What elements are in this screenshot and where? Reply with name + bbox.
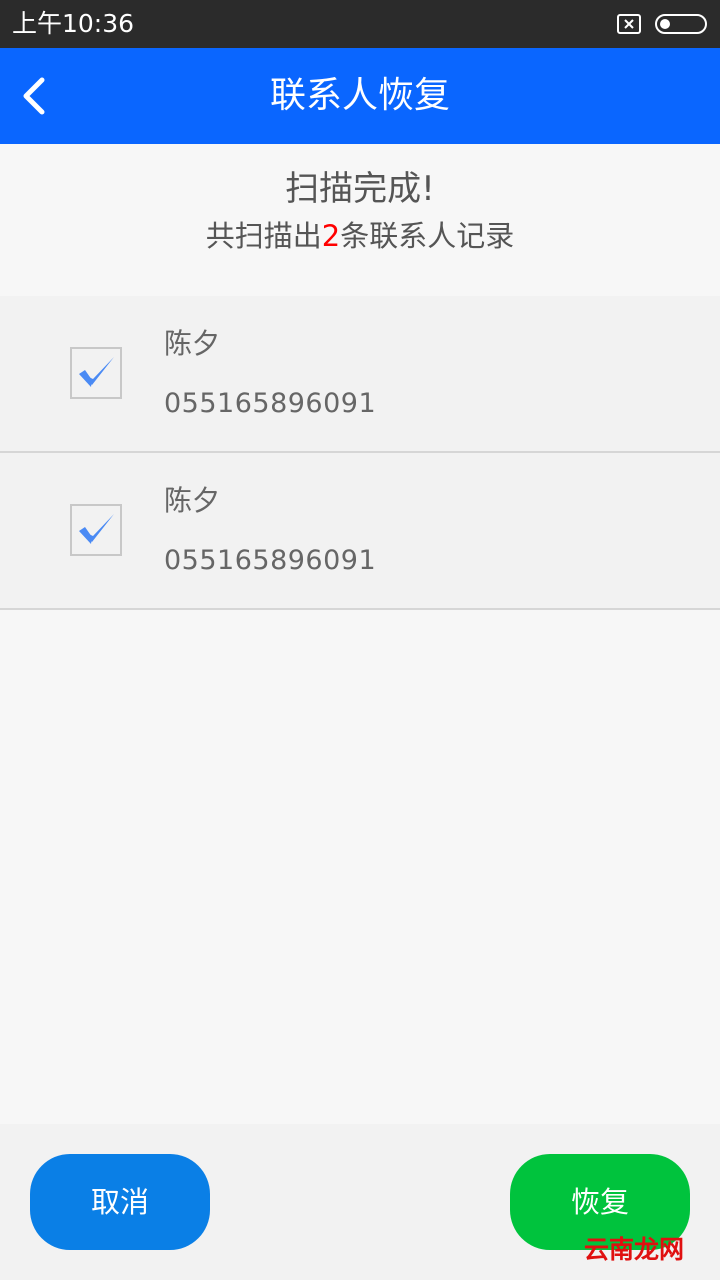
cancel-button[interactable]: 取消 [30, 1154, 210, 1250]
status-time: 上午10:36 [12, 9, 135, 38]
nav-bar: 联系人恢复 [0, 48, 720, 144]
contact-row[interactable]: 陈夕 055165896091 [0, 453, 720, 610]
contact-list: 陈夕 055165896091 陈夕 055165896091 [0, 296, 720, 610]
contact-name: 陈夕 [164, 327, 221, 360]
status-bar: 上午10:36 [0, 0, 720, 48]
contact-row[interactable]: 陈夕 055165896091 [0, 296, 720, 453]
chevron-left-icon [23, 77, 45, 115]
scan-result-prefix: 共扫描出 [205, 219, 322, 253]
scan-result-suffix: 条联系人记录 [340, 219, 515, 253]
contact-name: 陈夕 [164, 484, 221, 517]
contact-phone: 055165896091 [164, 545, 377, 576]
battery-level [660, 19, 670, 29]
battery-icon [655, 14, 707, 34]
back-button[interactable] [10, 68, 66, 124]
scan-result-count: 2 [321, 219, 341, 253]
checkmark-icon [79, 514, 114, 544]
scan-result-text: 共扫描出2条联系人记录 [0, 214, 720, 258]
checkmark-icon [79, 357, 114, 387]
contact-checkbox[interactable] [70, 347, 122, 399]
scan-complete-title: 扫描完成! [285, 169, 435, 209]
watermark-logo: 云南龙网 [584, 1235, 685, 1264]
page-title: 联系人恢复 [269, 75, 450, 116]
contact-phone: 055165896091 [164, 388, 377, 419]
contact-checkbox[interactable] [70, 504, 122, 556]
sim-card-icon [617, 14, 641, 34]
